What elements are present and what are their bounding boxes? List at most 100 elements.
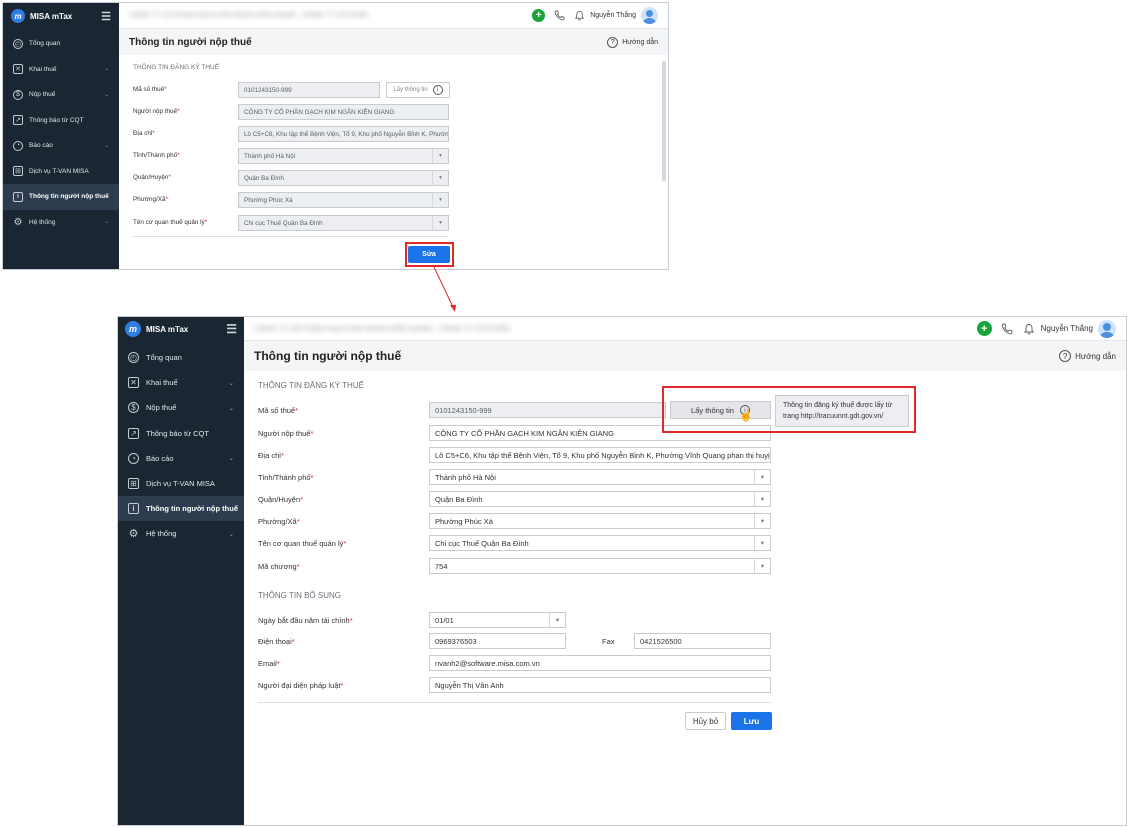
label-text: Người đại diện pháp luật	[258, 681, 341, 690]
grid-icon: ⊞	[128, 478, 139, 490]
field-label-rep: Người đại diện pháp luật*	[258, 681, 343, 690]
chevron-down-icon: ▾	[549, 613, 565, 627]
required-mark: *	[295, 406, 299, 415]
field-value: 754	[435, 561, 448, 571]
sidebar-item-1[interactable]: ◴ Tổng quan	[118, 345, 244, 370]
notice-icon: ↗	[128, 427, 139, 439]
chapter-select[interactable]: 754 ▾	[429, 558, 771, 574]
help-label: Hướng dẫn	[1075, 351, 1116, 361]
label-text: Tỉnh/Thành phố	[258, 473, 311, 482]
sidebar-item-label: Nộp thuế	[146, 403, 177, 413]
field-value: 01/01	[435, 615, 454, 625]
required-mark: *	[343, 539, 347, 548]
field-label-city: Tỉnh/Thành phố*	[258, 473, 313, 482]
label-text: Địa chỉ	[258, 451, 281, 460]
field-label-ward: Phường/Xã*	[258, 517, 300, 526]
content-area: Thông tin người nộp thuế ? Hướng dẫn THÔ…	[244, 341, 1126, 825]
chevron-down-icon: ⌄	[228, 404, 234, 412]
bell-icon[interactable]	[1023, 323, 1035, 335]
dashboard-icon: ◴	[128, 352, 139, 364]
city-select[interactable]: Thành phố Hà Nội ▾	[429, 469, 771, 485]
topbar-actions: + Nguyễn Thắng	[976, 319, 1116, 338]
email-input[interactable]: nvanh2@software.misa.com.vn	[429, 655, 771, 671]
sidebar-item-label: Khai thuế	[146, 378, 178, 388]
sidebar-item-2[interactable]: ✕ Khai thuế ⌄	[118, 370, 244, 395]
sidebar-item-label: Thông báo từ CQT	[146, 428, 209, 438]
hamburger-menu-icon[interactable]: ☰	[226, 322, 237, 336]
label-text: Mã chương	[258, 562, 297, 571]
sidebar-item-6[interactable]: ⊞ Dịch vụ T-VAN MISA	[118, 471, 244, 496]
field-value: CÔNG TY CỔ PHẦN GẠCH KIM NGÂN KIÊN GIANG	[435, 428, 614, 438]
field-label-email: Email*	[258, 659, 280, 668]
rep-input[interactable]: Nguyễn Thị Vân Anh	[429, 677, 771, 693]
field-label-fiscal: Ngày bắt đầu năm tài chính*	[258, 616, 353, 625]
sidebar-item-5[interactable]: ◔ Báo cáo ⌄	[118, 446, 244, 471]
label-text: Ngày bắt đầu năm tài chính	[258, 616, 350, 625]
sidebar-item-8[interactable]: ⚙ Hệ thống ⌄	[118, 521, 244, 546]
fax-input[interactable]: 0421526500	[634, 633, 771, 649]
office-select[interactable]: Chi cục Thuế Quận Ba Đình ▾	[429, 535, 771, 551]
required-mark: *	[310, 429, 314, 438]
phone-icon[interactable]	[1001, 323, 1013, 335]
field-label-office: Tên cơ quan thuế quản lý*	[258, 539, 346, 548]
cancel-button[interactable]: Hủy bỏ	[685, 712, 726, 730]
ward-select[interactable]: Phường Phúc Xá ▾	[429, 513, 771, 529]
misa-logo-icon: m	[125, 321, 141, 337]
district-select[interactable]: Quận Ba Đình ▾	[429, 491, 771, 507]
field-value: nvanh2@software.misa.com.vn	[435, 658, 540, 668]
field-label-addr: Địa chỉ*	[258, 451, 284, 460]
section-supplement-title: THÔNG TIN BỔ SUNG	[258, 591, 341, 600]
brand-name: MISA mTax	[146, 324, 189, 334]
chevron-down-icon: ▾	[754, 559, 770, 573]
phone-input[interactable]: 0969376503	[429, 633, 566, 649]
chevron-down-icon: ▾	[754, 492, 770, 506]
mst-input[interactable]: 0101243150-999	[429, 402, 666, 418]
chevron-down-icon: ▾	[754, 514, 770, 528]
label-text: Người nộp thuế	[258, 429, 311, 438]
sidebar: m MISA mTax ☰ ◴ Tổng quan ✕ Khai thuế ⌄ $ Nộp …	[118, 317, 244, 825]
top-bar: CÔNG TY CỔ PHẦN GẠCH KIM NGÂN KIÊN GIANG…	[244, 317, 1126, 341]
field-label-chapter: Mã chương*	[258, 562, 300, 571]
chevron-down-icon: ▾	[754, 536, 770, 550]
sidebar-item-3[interactable]: $ Nộp thuế ⌄	[118, 395, 244, 420]
field-label-mst: Mã số thuế*	[258, 406, 298, 415]
highlight-fetch-tooltip	[662, 386, 916, 433]
addr-input[interactable]: Lô C5+C6, Khu tập thể Bệnh Viện, Tổ 9, K…	[429, 447, 771, 463]
help-icon: ?	[1059, 350, 1072, 362]
field-value: Nguyễn Thị Vân Anh	[435, 680, 504, 690]
help-link[interactable]: ? Hướng dẫn	[1059, 350, 1116, 362]
sidebar-item-7[interactable]: i Thông tin người nộp thuế	[118, 496, 244, 522]
avatar[interactable]	[1098, 319, 1116, 338]
field-label-name: Người nộp thuế*	[258, 429, 313, 438]
required-mark: *	[340, 681, 344, 690]
sidebar-item-label: Hệ thống	[146, 529, 177, 539]
chevron-down-icon: ⌄	[228, 379, 234, 387]
label-text: Email	[258, 659, 277, 668]
divider	[258, 702, 772, 703]
field-value: Chi cục Thuế Quận Ba Đình	[435, 538, 529, 548]
label-text: Phường/Xã	[258, 517, 297, 526]
window-edit-mode: m MISA mTax ☰ ◴ Tổng quan ✕ Khai thuế ⌄ $ Nộp …	[117, 316, 1127, 826]
required-mark: *	[300, 495, 304, 504]
field-label-phone: Điện thoại*	[258, 637, 295, 646]
required-mark: *	[276, 659, 280, 668]
declare-icon: ✕	[128, 377, 139, 389]
field-value: Lô C5+C6, Khu tập thể Bệnh Viện, Tổ 9, K…	[435, 450, 771, 460]
save-button[interactable]: Lưu	[731, 712, 772, 730]
plus-circle-icon[interactable]: +	[976, 321, 992, 336]
label-text: Tên cơ quan thuế quản lý	[258, 539, 344, 548]
report-icon: ◔	[128, 452, 139, 464]
fiscal-select[interactable]: 01/01 ▾	[429, 612, 566, 628]
field-value: 0101243150-999	[435, 405, 492, 415]
field-label-fax: Fax	[602, 637, 615, 646]
label-text: Quận/Huyện	[258, 495, 301, 504]
required-mark: *	[291, 637, 295, 646]
info-icon: i	[128, 503, 139, 515]
label-text: Điện thoại	[258, 637, 292, 646]
sidebar-item-label: Thông tin người nộp thuế	[146, 504, 238, 514]
field-value: 0421526500	[640, 636, 682, 646]
user-name[interactable]: Nguyễn Thắng	[1041, 324, 1093, 333]
sidebar-item-4[interactable]: ↗ Thông báo từ CQT	[118, 421, 244, 446]
sidebar-item-label: Tổng quan	[146, 353, 182, 363]
field-value: 0969376503	[435, 636, 477, 646]
